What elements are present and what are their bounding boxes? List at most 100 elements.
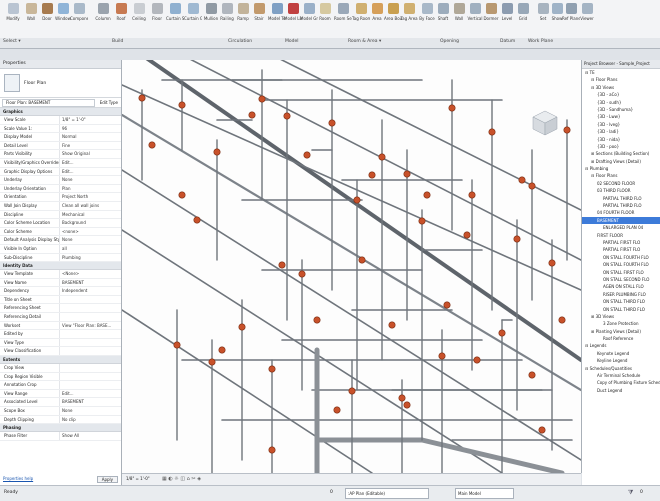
ribbon-button-roof[interactable]: Roof bbox=[112, 2, 130, 32]
browser-item[interactable]: FIRST FLOOR bbox=[582, 232, 660, 239]
property-value[interactable]: Edit... bbox=[59, 158, 121, 167]
browser-item[interactable]: {3D - lveg} bbox=[582, 121, 660, 128]
ribbon-button-room[interactable]: Room bbox=[316, 2, 334, 32]
browser-item[interactable]: 04 FOURTH FLOOR bbox=[582, 209, 660, 216]
property-group-header[interactable]: Graphics bbox=[0, 108, 121, 116]
property-value[interactable]: all bbox=[59, 244, 121, 253]
property-value[interactable]: Edit... bbox=[59, 167, 121, 176]
ribbon-button-viewer[interactable]: Viewer bbox=[578, 2, 596, 32]
browser-item[interactable]: 02 SECOND FLOOR bbox=[582, 180, 660, 187]
ribbon-button-tag-area[interactable]: Tag Area bbox=[400, 2, 418, 32]
view-selector[interactable]: Floor Plan: BASEMENT bbox=[2, 98, 95, 107]
property-value[interactable]: <none> bbox=[59, 227, 121, 236]
browser-item[interactable]: PARTIAL THIRD FLO bbox=[582, 195, 660, 202]
property-row[interactable]: Referencing Detail bbox=[0, 313, 121, 322]
property-value[interactable] bbox=[59, 330, 121, 338]
property-value[interactable]: Show Original bbox=[59, 150, 121, 158]
property-row[interactable]: Crop Region Visible bbox=[0, 372, 121, 382]
browser-item[interactable]: ON STALL SECOND FLO bbox=[582, 276, 660, 283]
browser-item[interactable]: ENLARGED PLAN 04 bbox=[582, 224, 660, 231]
property-row[interactable]: Dependency Independent bbox=[0, 287, 121, 296]
browser-item[interactable]: Roof Reference bbox=[582, 335, 660, 342]
browser-item[interactable]: ON STALL THIRD FLO bbox=[582, 306, 660, 313]
browser-item[interactable]: AGEN ON STALL FLO bbox=[582, 283, 660, 290]
property-value[interactable] bbox=[59, 381, 121, 389]
active-workset-select[interactable]: :AP Plan (Editable) bbox=[345, 488, 429, 499]
ribbon-button-grid[interactable]: Grid bbox=[514, 2, 532, 32]
ribbon-button-curtain-grid[interactable]: Curtain Grid bbox=[184, 2, 202, 32]
property-row[interactable]: Graphic Display Options Edit... bbox=[0, 167, 121, 177]
property-row[interactable]: Color Scheme <none> bbox=[0, 227, 121, 237]
property-row[interactable]: Underlay Orientation Plan bbox=[0, 184, 121, 194]
property-value[interactable]: Background bbox=[59, 219, 121, 227]
browser-item[interactable]: ⊞ Planting Views (Detail) bbox=[582, 328, 660, 335]
property-value[interactable]: None bbox=[59, 236, 121, 244]
pipe-model-3d[interactable] bbox=[122, 60, 581, 473]
view-scale[interactable]: 1/8" = 1'-0" bbox=[126, 476, 150, 481]
ribbon-button-column[interactable]: Column bbox=[94, 2, 112, 32]
property-value[interactable]: None bbox=[59, 176, 121, 184]
ribbon-button-ceiling[interactable]: Ceiling bbox=[130, 2, 148, 32]
browser-item[interactable]: ⊞ 3D Views bbox=[582, 313, 660, 320]
property-row[interactable]: Referencing Sheet bbox=[0, 304, 121, 314]
property-group-header[interactable]: Identity Data bbox=[0, 262, 121, 271]
property-row[interactable]: Visible In Option all bbox=[0, 244, 121, 254]
property-value[interactable]: None bbox=[59, 407, 121, 415]
browser-item[interactable]: {3D - Sandhuma} bbox=[582, 106, 660, 113]
property-value[interactable]: Edit... bbox=[59, 389, 121, 398]
property-row[interactable]: Underlay None bbox=[0, 176, 121, 185]
property-row[interactable]: Discipline Mechanical bbox=[0, 210, 121, 220]
ribbon-button-curtain-system[interactable]: Curtain System bbox=[166, 2, 184, 32]
property-row[interactable]: View Classification bbox=[0, 347, 121, 357]
property-value[interactable] bbox=[59, 372, 121, 381]
property-value[interactable]: Independent bbox=[59, 287, 121, 295]
property-group-header[interactable]: Phasing bbox=[0, 424, 121, 433]
property-value[interactable] bbox=[59, 304, 121, 313]
browser-item[interactable]: Duct Legend bbox=[582, 387, 660, 394]
view-canvas[interactable] bbox=[122, 60, 582, 473]
edit-type-button[interactable]: Edit Type bbox=[97, 100, 121, 105]
property-row[interactable]: Associated Level BASEMENT bbox=[0, 398, 121, 407]
ribbon-button-component[interactable]: Component bbox=[70, 2, 88, 32]
property-row[interactable]: View Type bbox=[0, 338, 121, 348]
property-group-header[interactable]: Extents bbox=[0, 356, 121, 365]
property-row[interactable]: Depth Clipping No clip bbox=[0, 415, 121, 425]
property-value[interactable]: Plumbing bbox=[59, 253, 121, 262]
property-value[interactable]: View "Floor Plan: BASE... bbox=[59, 321, 121, 330]
browser-item[interactable]: {3D - Lww} bbox=[582, 113, 660, 120]
property-row[interactable]: Annotation Crop bbox=[0, 381, 121, 390]
property-value[interactable]: BASEMENT bbox=[59, 398, 121, 406]
browser-item[interactable]: ⊟ Schedules/Quantities bbox=[582, 365, 660, 372]
property-row[interactable]: View Template <None> bbox=[0, 270, 121, 279]
browser-item[interactable]: {3D - nida} bbox=[582, 136, 660, 143]
ribbon-button-modify[interactable]: Modify bbox=[4, 2, 22, 32]
property-row[interactable]: Phase Filter Show All bbox=[0, 432, 121, 441]
property-row[interactable]: Orientation Project North bbox=[0, 193, 121, 202]
design-option-select[interactable]: Main Model bbox=[455, 488, 514, 499]
type-selector[interactable]: Floor Plan bbox=[0, 69, 121, 98]
apply-button[interactable]: Apply bbox=[96, 476, 118, 483]
property-value[interactable]: Fine bbox=[59, 141, 121, 150]
property-value[interactable]: Clean all wall joins bbox=[59, 201, 121, 210]
browser-item[interactable]: ⊞ Drafting Views (Detail) bbox=[582, 158, 660, 165]
property-value[interactable]: BASEMENT bbox=[59, 278, 121, 287]
property-value[interactable] bbox=[59, 338, 121, 347]
browser-item[interactable]: Keynote Legend bbox=[582, 350, 660, 357]
property-value[interactable] bbox=[59, 313, 121, 321]
properties-help-link[interactable]: Properties help bbox=[3, 476, 33, 483]
browser-item[interactable]: ON STALL FIRST FLO bbox=[582, 269, 660, 276]
property-row[interactable]: Detail Level Fine bbox=[0, 141, 121, 151]
property-row[interactable]: Wall Join Display Clean all wall joins bbox=[0, 201, 121, 211]
browser-item[interactable]: PARTIAL THIRD FLO bbox=[582, 202, 660, 209]
property-value[interactable] bbox=[59, 364, 121, 372]
browser-item[interactable]: 03 THIRD FLOOR bbox=[582, 187, 660, 194]
ribbon-button-stair[interactable]: Stair bbox=[250, 2, 268, 32]
property-value[interactable]: No clip bbox=[59, 415, 121, 424]
property-value[interactable]: Show All bbox=[59, 432, 121, 440]
property-row[interactable]: Default Analysis Display Style None bbox=[0, 236, 121, 245]
browser-item[interactable]: BASEMENT bbox=[582, 216, 660, 225]
property-row[interactable]: View Name BASEMENT bbox=[0, 278, 121, 288]
browser-item[interactable]: PARTIAL FIRST FLO bbox=[582, 239, 660, 246]
browser-item[interactable]: ⊟ Floor Plans bbox=[582, 76, 660, 83]
property-row[interactable]: Visibility/Graphics Overrides Edit... bbox=[0, 158, 121, 168]
